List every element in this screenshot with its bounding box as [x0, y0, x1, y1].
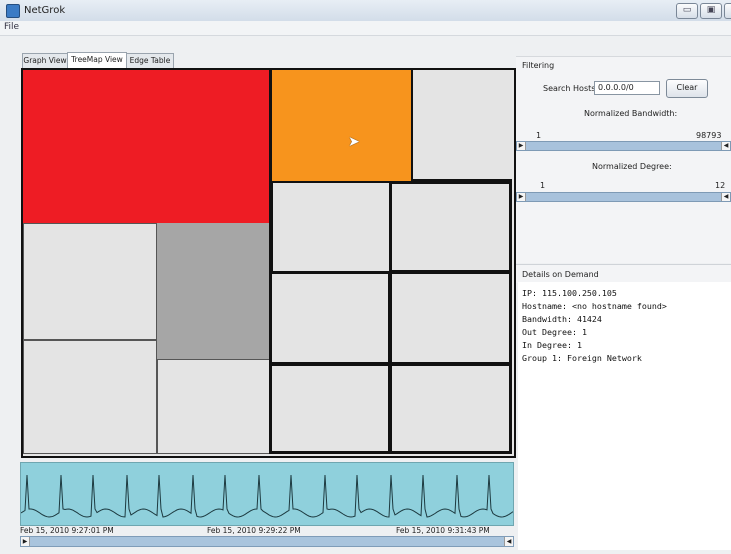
- details-panel: IP: 115.100.250.105 Hostname: <no hostna…: [518, 282, 731, 550]
- timeline-label-start: Feb 15, 2010 9:27:01 PM: [20, 526, 114, 535]
- menu-bar: File: [0, 21, 731, 36]
- detail-group: Group 1: Foreign Network: [522, 353, 642, 363]
- treemap-cell[interactable]: [271, 181, 391, 273]
- filtering-panel: Filtering Search Hosts: Clear Normalized…: [516, 56, 731, 263]
- treemap-cell[interactable]: [23, 340, 157, 454]
- treemap-cell[interactable]: [389, 363, 512, 454]
- detail-in-degree: In Degree: 1: [522, 340, 582, 350]
- tab-treemap-view[interactable]: TreeMap View: [67, 52, 127, 68]
- treemap-cell[interactable]: [269, 271, 391, 365]
- minimize-button[interactable]: ▭: [676, 3, 698, 19]
- maximize-button[interactable]: ▣: [700, 3, 722, 19]
- timeline-scrollbar[interactable]: ▶ ◀: [20, 536, 514, 547]
- treemap-cell[interactable]: [389, 271, 512, 365]
- menu-file[interactable]: File: [4, 22, 19, 32]
- app-icon: [6, 4, 20, 18]
- treemap-view[interactable]: [21, 68, 516, 458]
- search-hosts-input[interactable]: [594, 81, 660, 95]
- close-button[interactable]: ⊠: [724, 3, 731, 19]
- treemap-cell[interactable]: [23, 223, 157, 340]
- treemap-cell-gray[interactable]: [157, 223, 271, 359]
- treemap-cell[interactable]: [389, 181, 512, 273]
- slider-right-handle-icon[interactable]: ◀: [721, 193, 730, 201]
- detail-bandwidth: Bandwidth: 41424: [522, 314, 602, 324]
- treemap-cell[interactable]: [157, 359, 271, 454]
- clear-button[interactable]: Clear: [666, 79, 708, 98]
- treemap-cell[interactable]: [411, 70, 512, 181]
- tab-graph-view[interactable]: Graph View: [22, 53, 68, 68]
- tab-edge-table[interactable]: Edge Table: [126, 53, 174, 68]
- scroll-right-arrow-icon[interactable]: ◀: [504, 537, 513, 546]
- timeline-label-mid: Feb 15, 2010 9:29:22 PM: [207, 526, 301, 535]
- treemap-cell[interactable]: [269, 363, 391, 454]
- title-bar: NetGrok ▭ ▣ ⊠: [0, 0, 731, 22]
- detail-ip: IP: 115.100.250.105: [522, 288, 617, 298]
- bandwidth-slider[interactable]: ▶ ◀: [516, 141, 731, 151]
- search-hosts-label: Search Hosts:: [543, 84, 599, 93]
- bandwidth-min: 1: [536, 131, 542, 140]
- treemap-cell-selected[interactable]: [271, 70, 411, 181]
- slider-left-handle-icon[interactable]: ▶: [517, 193, 526, 201]
- bandwidth-max: 98793: [696, 131, 722, 140]
- detail-hostname: Hostname: <no hostname found>: [522, 301, 667, 311]
- degree-max: 12: [715, 181, 726, 190]
- treemap-divider: [269, 70, 272, 454]
- window-title: NetGrok: [24, 5, 66, 16]
- bandwidth-timeline[interactable]: [20, 462, 514, 526]
- scroll-left-arrow-icon[interactable]: ▶: [21, 537, 30, 546]
- treemap-cell-red[interactable]: [23, 70, 271, 223]
- filtering-title: Filtering: [522, 61, 555, 70]
- timeline-chart: [21, 474, 513, 518]
- slider-right-handle-icon[interactable]: ◀: [721, 142, 730, 150]
- details-title: Details on Demand: [522, 270, 599, 279]
- degree-label: Normalized Degree:: [592, 162, 672, 171]
- details-header: Details on Demand: [516, 264, 731, 283]
- detail-out-degree: Out Degree: 1: [522, 327, 587, 337]
- bandwidth-label: Normalized Bandwidth:: [584, 109, 678, 118]
- degree-slider[interactable]: ▶ ◀: [516, 192, 731, 202]
- degree-min: 1: [540, 181, 546, 190]
- timeline-label-end: Feb 15, 2010 9:31:43 PM: [396, 526, 490, 535]
- slider-left-handle-icon[interactable]: ▶: [517, 142, 526, 150]
- mouse-cursor-icon: ➤: [348, 134, 360, 150]
